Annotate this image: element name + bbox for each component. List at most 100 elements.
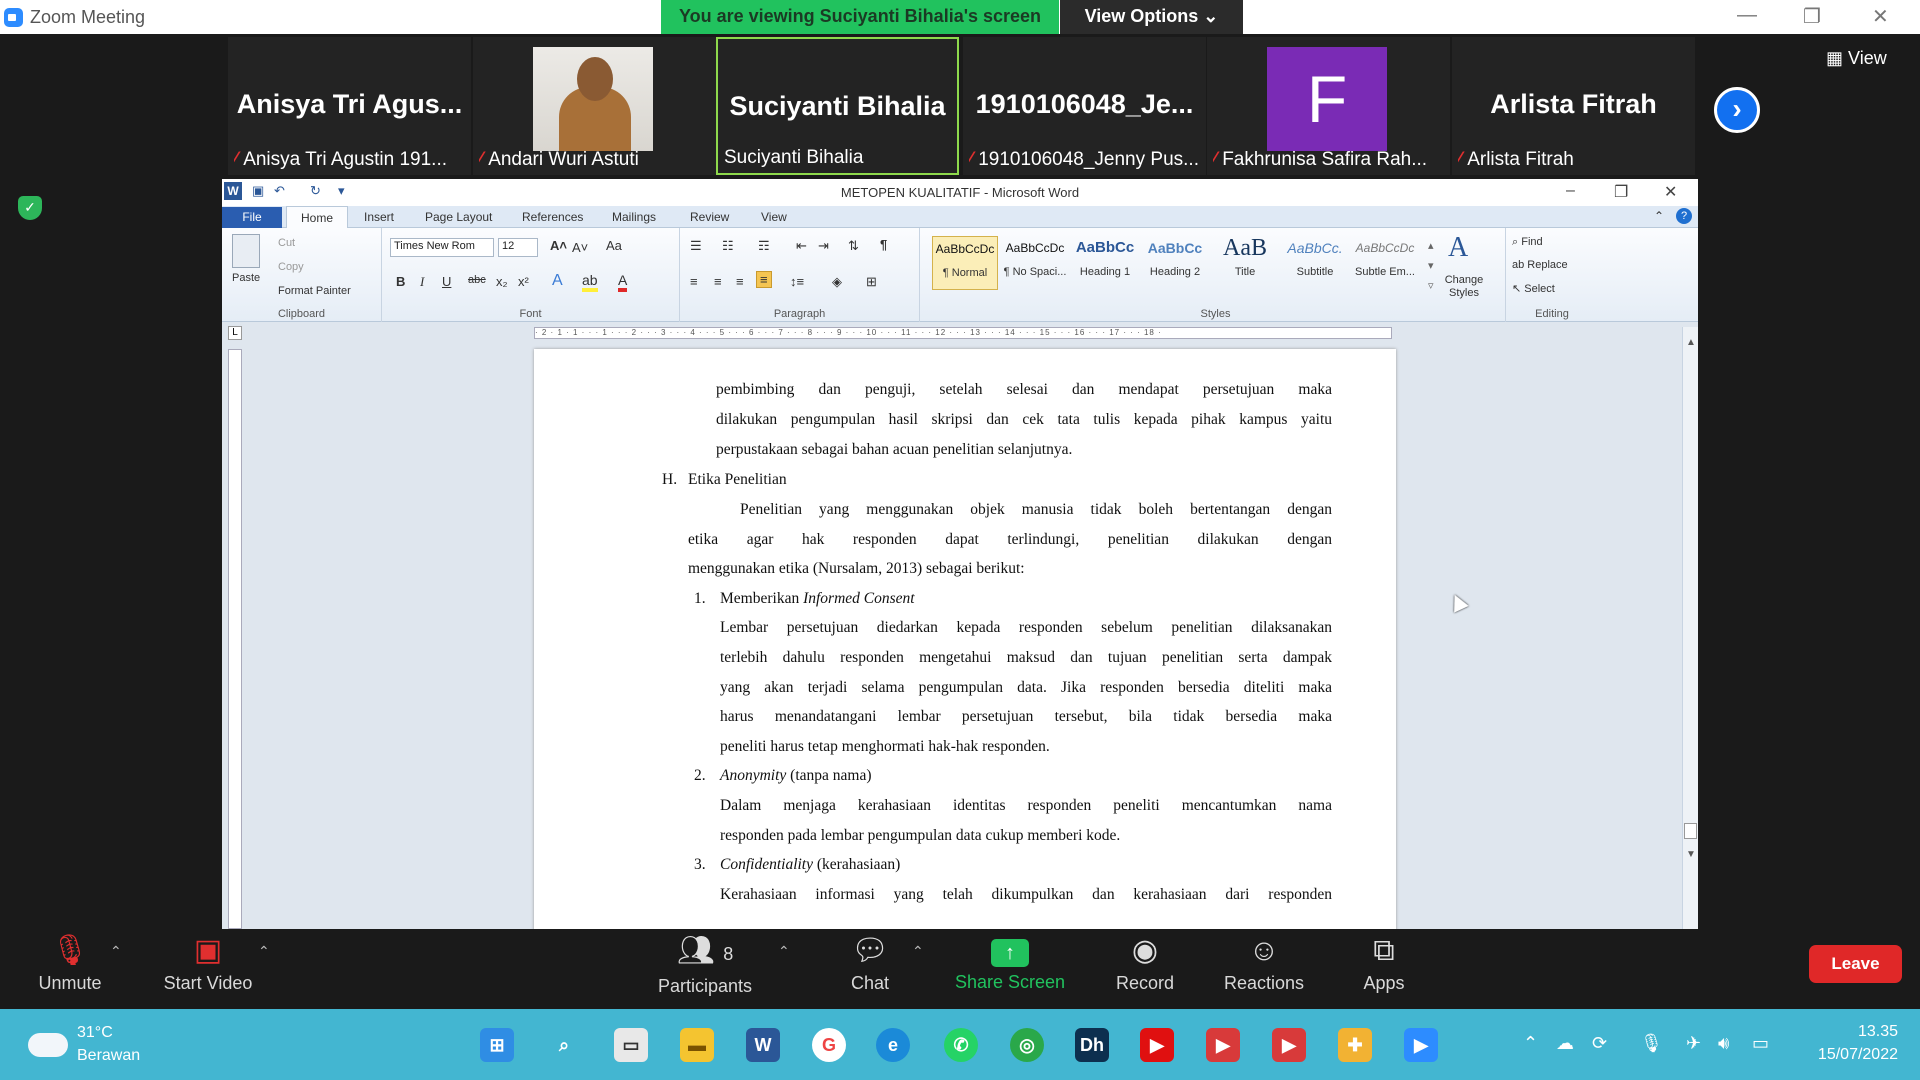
green-app-icon[interactable]: ◎ <box>1010 1028 1044 1062</box>
microphone-icon[interactable]: 🎙︎ <box>1640 1033 1663 1054</box>
justify-icon[interactable]: ≡ <box>756 271 772 288</box>
line-spacing-icon[interactable]: ↕≡ <box>790 274 804 289</box>
whatsapp-icon[interactable]: ✆ <box>944 1028 978 1062</box>
weather-condition[interactable]: Berawan <box>77 1047 140 1065</box>
start-video-button[interactable]: ▣ Start Video <box>150 929 266 1009</box>
italic-icon[interactable]: I <box>420 274 424 290</box>
change-case-icon[interactable]: Aa <box>606 238 622 253</box>
apps-button[interactable]: ⧉ Apps <box>1344 929 1424 1009</box>
sync-icon[interactable]: ⟳ <box>1592 1033 1607 1054</box>
search-icon[interactable]: ⌕ <box>547 1028 581 1062</box>
participant-tile[interactable]: ⁄ Andari Wuri Astuti <box>473 37 716 175</box>
format-painter-button[interactable]: Format Painter <box>278 285 351 297</box>
participant-tile[interactable]: F ⁄ Fakhrunisa Safira Rah... <box>1207 37 1450 175</box>
cut-button[interactable]: Cut <box>278 237 295 249</box>
word-app-icon[interactable]: W <box>746 1028 780 1062</box>
tab-review[interactable]: Review <box>690 210 729 224</box>
help-icon[interactable]: ? <box>1676 208 1692 224</box>
close-icon[interactable]: ✕ <box>1872 4 1889 29</box>
bullets-icon[interactable]: ☰ <box>690 238 702 254</box>
participants-button[interactable]: 👥︎ 8 Participants <box>650 929 760 1009</box>
style-heading-1[interactable]: AaBbCc Heading 1 <box>1072 236 1138 290</box>
highlight-icon[interactable]: ab <box>582 272 598 292</box>
text-effects-icon[interactable]: A <box>552 272 563 290</box>
word-restore-icon[interactable]: ❐ <box>1614 182 1628 202</box>
task-view-icon[interactable]: ▭ <box>614 1028 648 1062</box>
select-button[interactable]: ↖ Select <box>1512 282 1555 295</box>
volume-icon[interactable]: 🔊︎ <box>1718 1033 1729 1054</box>
participant-tile[interactable]: 1910106048_Je... ⁄ 1910106048_Jenny Pus..… <box>963 37 1206 175</box>
next-page-arrow-icon[interactable]: › <box>1714 87 1760 133</box>
security-shield-icon[interactable]: ✓ <box>18 196 42 220</box>
view-button[interactable]: ▦ View <box>1826 48 1887 69</box>
numbering-icon[interactable]: ☷ <box>722 238 734 254</box>
style-title[interactable]: AaB Title <box>1212 236 1278 290</box>
weather-temperature[interactable]: 31°C <box>77 1024 113 1042</box>
word-minimize-icon[interactable]: – <box>1566 182 1575 200</box>
paste-button[interactable]: Paste <box>232 272 260 284</box>
tab-insert[interactable]: Insert <box>364 210 394 224</box>
zoom-app-icon[interactable]: ▶ <box>1404 1028 1438 1062</box>
share-screen-button[interactable]: ↑ Share Screen <box>950 929 1070 1009</box>
participant-tile-active[interactable]: Suciyanti Bihalia Suciyanti Bihalia <box>716 37 959 175</box>
vertical-ruler[interactable] <box>228 349 242 929</box>
chat-caret-icon[interactable]: ⌃ <box>912 943 924 960</box>
video-app-icon[interactable]: ▶ <box>1206 1028 1240 1062</box>
tab-mailings[interactable]: Mailings <box>612 210 656 224</box>
replace-button[interactable]: ab Replace <box>1512 259 1568 271</box>
restore-icon[interactable]: ❐ <box>1803 4 1821 29</box>
cloud-icon[interactable] <box>28 1033 68 1057</box>
tab-file[interactable]: File <box>222 207 282 228</box>
tab-page-layout[interactable]: Page Layout <box>425 210 492 224</box>
dh-app-icon[interactable]: Dh <box>1075 1028 1109 1062</box>
scroll-up-icon[interactable]: ▲ <box>1686 337 1696 348</box>
style-normal[interactable]: AaBbCcDc ¶ Normal <box>932 236 998 290</box>
decrease-indent-icon[interactable]: ⇤ <box>796 238 807 254</box>
file-explorer-icon[interactable]: ▬ <box>680 1028 714 1062</box>
onedrive-icon[interactable]: ☁ <box>1556 1033 1574 1054</box>
document-page[interactable]: pembimbing dan penguji, setelah selesai … <box>534 349 1396 929</box>
change-styles-icon[interactable]: A <box>1448 232 1468 264</box>
subscript-icon[interactable]: x₂ <box>496 274 508 289</box>
strikethrough-icon[interactable]: abc <box>468 274 486 286</box>
align-left-icon[interactable]: ≡ <box>690 274 698 289</box>
participant-tile[interactable]: Arlista Fitrah ⁄ Arlista Fitrah <box>1452 37 1695 175</box>
scrollbar-thumb[interactable] <box>1684 823 1697 839</box>
sort-icon[interactable]: ⇅ <box>848 238 859 254</box>
reactions-button[interactable]: ☺ Reactions <box>1216 929 1312 1009</box>
youtube-icon[interactable]: ▶ <box>1140 1028 1174 1062</box>
find-button[interactable]: ⌕ Find <box>1512 236 1543 249</box>
tab-home[interactable]: Home <box>286 206 348 229</box>
multilevel-list-icon[interactable]: ☶ <box>758 238 770 254</box>
tab-references[interactable]: References <box>522 210 583 224</box>
unmute-button[interactable]: 🎙︎ Unmute <box>20 929 120 1009</box>
font-name-field[interactable]: Times New Rom <box>390 238 494 257</box>
minimize-icon[interactable]: — <box>1737 4 1757 27</box>
font-color-icon[interactable]: A <box>618 272 628 292</box>
chat-button[interactable]: 💬︎ Chat <box>830 929 910 1009</box>
battery-icon[interactable]: ▭ <box>1752 1033 1769 1054</box>
leave-button[interactable]: Leave <box>1809 945 1902 983</box>
horizontal-ruler[interactable]: L · 2 · 1 · 1 · · · 1 · · · 2 · · · 3 · … <box>222 322 1698 344</box>
audio-options-caret-icon[interactable]: ⌃ <box>110 943 122 960</box>
view-options-button[interactable]: View Options ⌄ <box>1060 0 1243 34</box>
change-styles-button[interactable]: Change Styles <box>1442 274 1486 300</box>
network-icon[interactable]: ✈ <box>1686 1033 1701 1054</box>
start-menu-icon[interactable]: ⊞ <box>480 1028 514 1062</box>
ribbon-collapse-icon[interactable]: ⌃ <box>1654 209 1664 223</box>
shrink-font-icon[interactable]: A˅ <box>572 240 588 255</box>
edge-icon[interactable]: e <box>876 1028 910 1062</box>
font-size-field[interactable]: 12 <box>498 238 538 257</box>
vertical-scrollbar[interactable]: ▲ ▼ <box>1682 327 1698 929</box>
clock-date[interactable]: 15/07/2022 <box>1790 1046 1898 1064</box>
clock-time[interactable]: 13.35 <box>1800 1023 1898 1041</box>
show-hidden-icons-icon[interactable]: ⌃ <box>1523 1033 1538 1054</box>
underline-icon[interactable]: U <box>442 274 451 289</box>
shading-icon[interactable]: ◈ <box>832 274 842 290</box>
record-button[interactable]: ◉ Record <box>1100 929 1190 1009</box>
align-center-icon[interactable]: ≡ <box>714 274 722 289</box>
video-app-2-icon[interactable]: ▶ <box>1272 1028 1306 1062</box>
tab-view[interactable]: View <box>761 210 787 224</box>
word-close-icon[interactable]: ✕ <box>1664 182 1677 202</box>
style-subtitle[interactable]: AaBbCc. Subtitle <box>1282 236 1348 290</box>
